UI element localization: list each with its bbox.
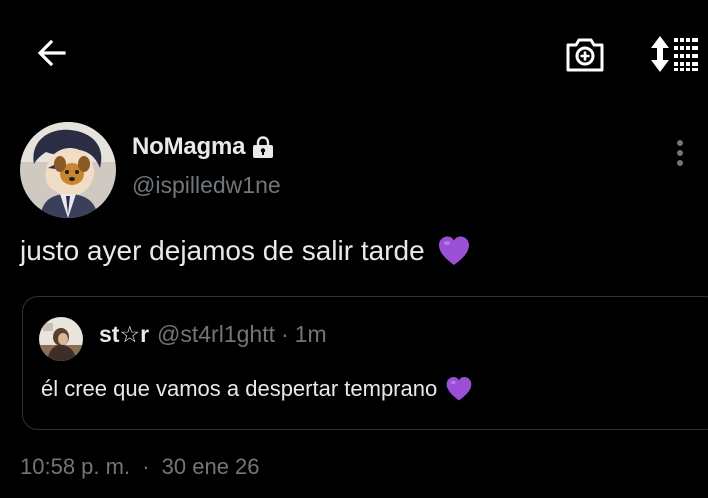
tweet-text: justo ayer dejamos de salir tarde xyxy=(20,234,471,268)
quoted-handle: @st4rl1ghtt xyxy=(157,321,275,347)
quoted-avatar-image xyxy=(39,317,83,361)
author-handle[interactable]: @ispilledw1ne xyxy=(132,172,281,199)
quoted-text: él cree que vamos a despertar temprano xyxy=(41,375,473,403)
quoted-time: 1m xyxy=(294,321,327,347)
more-vertical-icon xyxy=(677,140,683,166)
quoted-text-content: él cree que vamos a despertar temprano xyxy=(41,376,438,401)
more-options-button[interactable] xyxy=(668,136,692,172)
sort-button[interactable] xyxy=(648,34,700,74)
avatar-image xyxy=(20,122,116,218)
quoted-separator: · xyxy=(281,321,289,347)
purple-heart-icon xyxy=(445,375,473,403)
tweet-date: 30 ene 26 xyxy=(161,454,260,479)
lock-icon xyxy=(251,135,275,159)
timestamp-separator: · xyxy=(142,454,150,479)
display-name[interactable]: NoMagma xyxy=(132,133,245,161)
back-button[interactable] xyxy=(34,34,74,74)
arrow-left-icon xyxy=(37,39,66,67)
quoted-header: st☆r @st4rl1ghtt · 1m xyxy=(99,321,327,348)
quoted-avatar xyxy=(39,317,83,361)
author-name-row: NoMagma xyxy=(132,132,275,162)
tweet-timestamp: 10:58 p. m. · 30 ene 26 xyxy=(20,454,260,480)
quoted-tweet-card[interactable]: st☆r @st4rl1ghtt · 1m él cree que vamos … xyxy=(22,296,708,430)
top-bar xyxy=(0,0,708,100)
tweet-text-content: justo ayer dejamos de salir tarde xyxy=(20,235,425,266)
camera-plus-icon xyxy=(566,38,604,72)
tweet-time: 10:58 p. m. xyxy=(20,454,131,479)
purple-heart-icon xyxy=(437,234,471,268)
camera-button[interactable] xyxy=(564,34,606,74)
quoted-display-name: st☆r xyxy=(99,321,150,347)
avatar[interactable] xyxy=(20,122,116,218)
sort-list-icon xyxy=(651,36,698,72)
